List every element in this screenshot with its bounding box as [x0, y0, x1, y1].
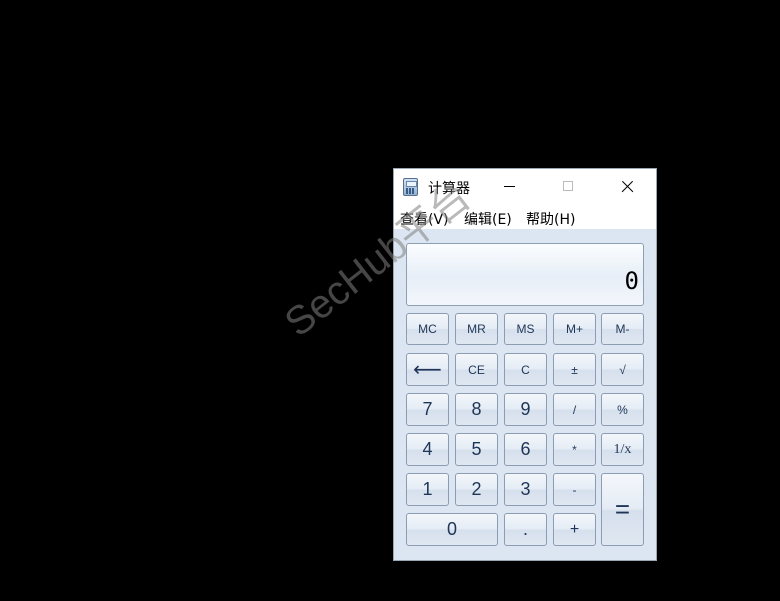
- key-9[interactable]: 9: [504, 393, 547, 426]
- key-0[interactable]: 0: [406, 513, 498, 546]
- key-4[interactable]: 4: [406, 433, 449, 466]
- menu-bar: 查看(V) 编辑(E) 帮助(H): [394, 205, 656, 229]
- maximize-button[interactable]: [545, 169, 591, 205]
- key-divide[interactable]: /: [553, 393, 596, 426]
- key-7[interactable]: 7: [406, 393, 449, 426]
- minimize-button[interactable]: [487, 169, 533, 205]
- key-5[interactable]: 5: [455, 433, 498, 466]
- menu-edit[interactable]: 编辑(E): [464, 209, 512, 229]
- menu-help[interactable]: 帮助(H): [526, 209, 575, 229]
- key-c[interactable]: C: [504, 353, 547, 386]
- key-decimal[interactable]: .: [504, 513, 547, 546]
- key-backspace[interactable]: ⟵: [406, 353, 449, 386]
- key-8[interactable]: 8: [455, 393, 498, 426]
- key-plus[interactable]: +: [553, 513, 596, 546]
- key-2[interactable]: 2: [455, 473, 498, 506]
- key-mr[interactable]: MR: [455, 313, 498, 345]
- key-1[interactable]: 1: [406, 473, 449, 506]
- result-display: 0: [406, 243, 644, 306]
- key-m-minus[interactable]: M-: [601, 313, 644, 345]
- title-bar: 计算器: [394, 169, 656, 205]
- key-equals[interactable]: =: [601, 473, 644, 546]
- key-mc[interactable]: MC: [406, 313, 449, 345]
- key-minus[interactable]: -: [553, 473, 596, 506]
- calculator-window: 计算器 查看(V) 编辑(E) 帮助(H) 0 MC MR MS M+ M- ⟵…: [393, 168, 657, 561]
- key-sqrt[interactable]: √: [601, 353, 644, 386]
- calculator-icon: [403, 178, 418, 196]
- key-reciprocal[interactable]: 1/x: [601, 433, 644, 466]
- window-title: 计算器: [428, 181, 470, 197]
- display-value: 0: [624, 267, 639, 295]
- key-m-plus[interactable]: M+: [553, 313, 596, 345]
- key-3[interactable]: 3: [504, 473, 547, 506]
- key-multiply[interactable]: *: [553, 433, 596, 466]
- key-plus-minus[interactable]: ±: [553, 353, 596, 386]
- close-button[interactable]: [604, 169, 650, 205]
- menu-view[interactable]: 查看(V): [400, 209, 449, 229]
- key-ms[interactable]: MS: [504, 313, 547, 345]
- key-percent[interactable]: %: [601, 393, 644, 426]
- key-6[interactable]: 6: [504, 433, 547, 466]
- key-ce[interactable]: CE: [455, 353, 498, 386]
